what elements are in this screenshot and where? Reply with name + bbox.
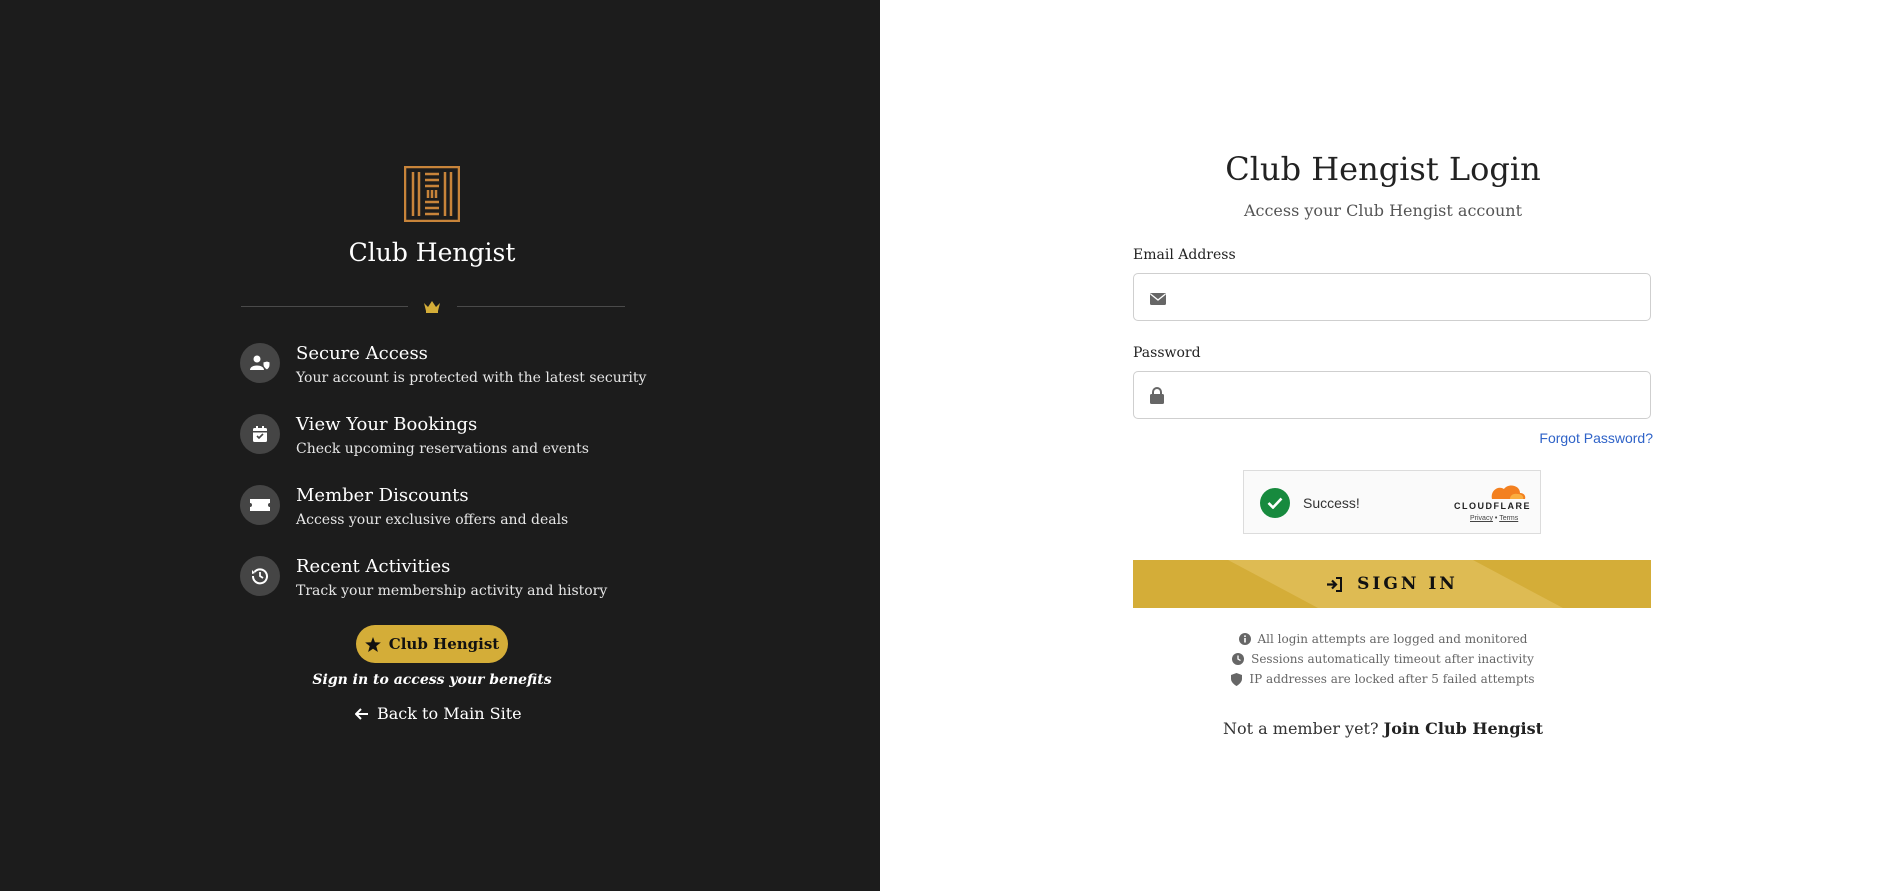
security-note-text: All login attempts are logged and monito…	[1257, 632, 1528, 646]
crown-icon	[424, 301, 440, 313]
feature-desc: Your account is protected with the lates…	[296, 370, 647, 386]
cloudflare-turnstile[interactable]: Success! CLOUDFLARE Privacy • Terms	[1243, 470, 1541, 534]
email-label: Email Address	[1133, 247, 1236, 263]
password-field[interactable]	[1180, 374, 1644, 418]
history-icon	[240, 556, 280, 596]
user-shield-icon	[240, 343, 280, 383]
join-link[interactable]: Join Club Hengist	[1384, 719, 1543, 738]
feature-title: Recent Activities	[296, 556, 451, 577]
shield-icon	[1231, 672, 1243, 686]
back-label: Back to Main Site	[377, 704, 522, 723]
club-badge-label: Club Hengist	[388, 635, 500, 653]
arrow-left-icon	[355, 707, 368, 720]
security-notes: All login attempts are logged and monito…	[880, 629, 1886, 689]
login-panel: Club Hengist Login Access your Club Heng…	[880, 0, 1886, 891]
success-check-icon	[1260, 488, 1290, 518]
feature-desc: Track your membership activity and histo…	[296, 583, 608, 599]
cloudflare-cloud-icon	[1491, 485, 1526, 499]
email-field[interactable]	[1180, 276, 1644, 320]
security-note-text: IP addresses are locked after 5 failed a…	[1249, 672, 1535, 686]
join-prompt: Not a member yet? Join Club Hengist	[880, 719, 1886, 738]
brand-name: Club Hengist	[348, 238, 516, 267]
feature-desc: Check upcoming reservations and events	[296, 441, 589, 457]
feature-title: Member Discounts	[296, 485, 469, 506]
lock-icon	[1150, 387, 1164, 404]
feature-title: View Your Bookings	[296, 414, 478, 435]
captcha-terms-link[interactable]: Terms	[1499, 515, 1518, 522]
password-field-box	[1133, 371, 1651, 419]
feature-title: Secure Access	[296, 343, 428, 364]
security-note: IP addresses are locked after 5 failed a…	[880, 669, 1886, 689]
join-prefix: Not a member yet?	[1223, 719, 1379, 738]
captcha-separator: •	[1494, 515, 1498, 522]
captcha-status: Success!	[1303, 495, 1360, 511]
brand-panel: Club Hengist Secure Access Your account …	[0, 0, 880, 891]
feature-desc: Access your exclusive offers and deals	[296, 512, 569, 528]
back-to-main-link[interactable]: Back to Main Site	[355, 704, 522, 723]
divider-line-right	[457, 306, 625, 307]
sign-in-button[interactable]: SIGN IN	[1133, 560, 1651, 608]
envelope-icon	[1150, 293, 1166, 305]
email-field-box	[1133, 273, 1651, 321]
divider-line-left	[241, 306, 408, 307]
sign-in-icon	[1327, 576, 1343, 592]
ticket-icon	[240, 485, 280, 525]
cloudflare-wordmark: CLOUDFLARE	[1454, 501, 1531, 511]
page-title: Club Hengist Login	[1225, 150, 1541, 188]
tagline: Sign in to access your benefits	[312, 672, 552, 688]
calendar-check-icon	[240, 414, 280, 454]
clock-icon	[1232, 653, 1245, 665]
captcha-links: Privacy • Terms	[1470, 515, 1518, 522]
security-note: Sessions automatically timeout after ina…	[880, 649, 1886, 669]
forgot-password-link[interactable]: Forgot Password?	[1539, 430, 1653, 446]
captcha-privacy-link[interactable]: Privacy	[1470, 515, 1493, 522]
star-icon	[364, 636, 381, 652]
security-note-text: Sessions automatically timeout after ina…	[1251, 652, 1534, 666]
security-note: All login attempts are logged and monito…	[880, 629, 1886, 649]
club-monogram-icon	[404, 166, 460, 222]
page-subtitle: Access your Club Hengist account	[1243, 201, 1523, 220]
sign-in-label: SIGN IN	[1357, 574, 1458, 594]
info-icon	[1238, 633, 1251, 645]
password-label: Password	[1133, 345, 1201, 361]
club-badge-button[interactable]: Club Hengist	[356, 625, 508, 663]
